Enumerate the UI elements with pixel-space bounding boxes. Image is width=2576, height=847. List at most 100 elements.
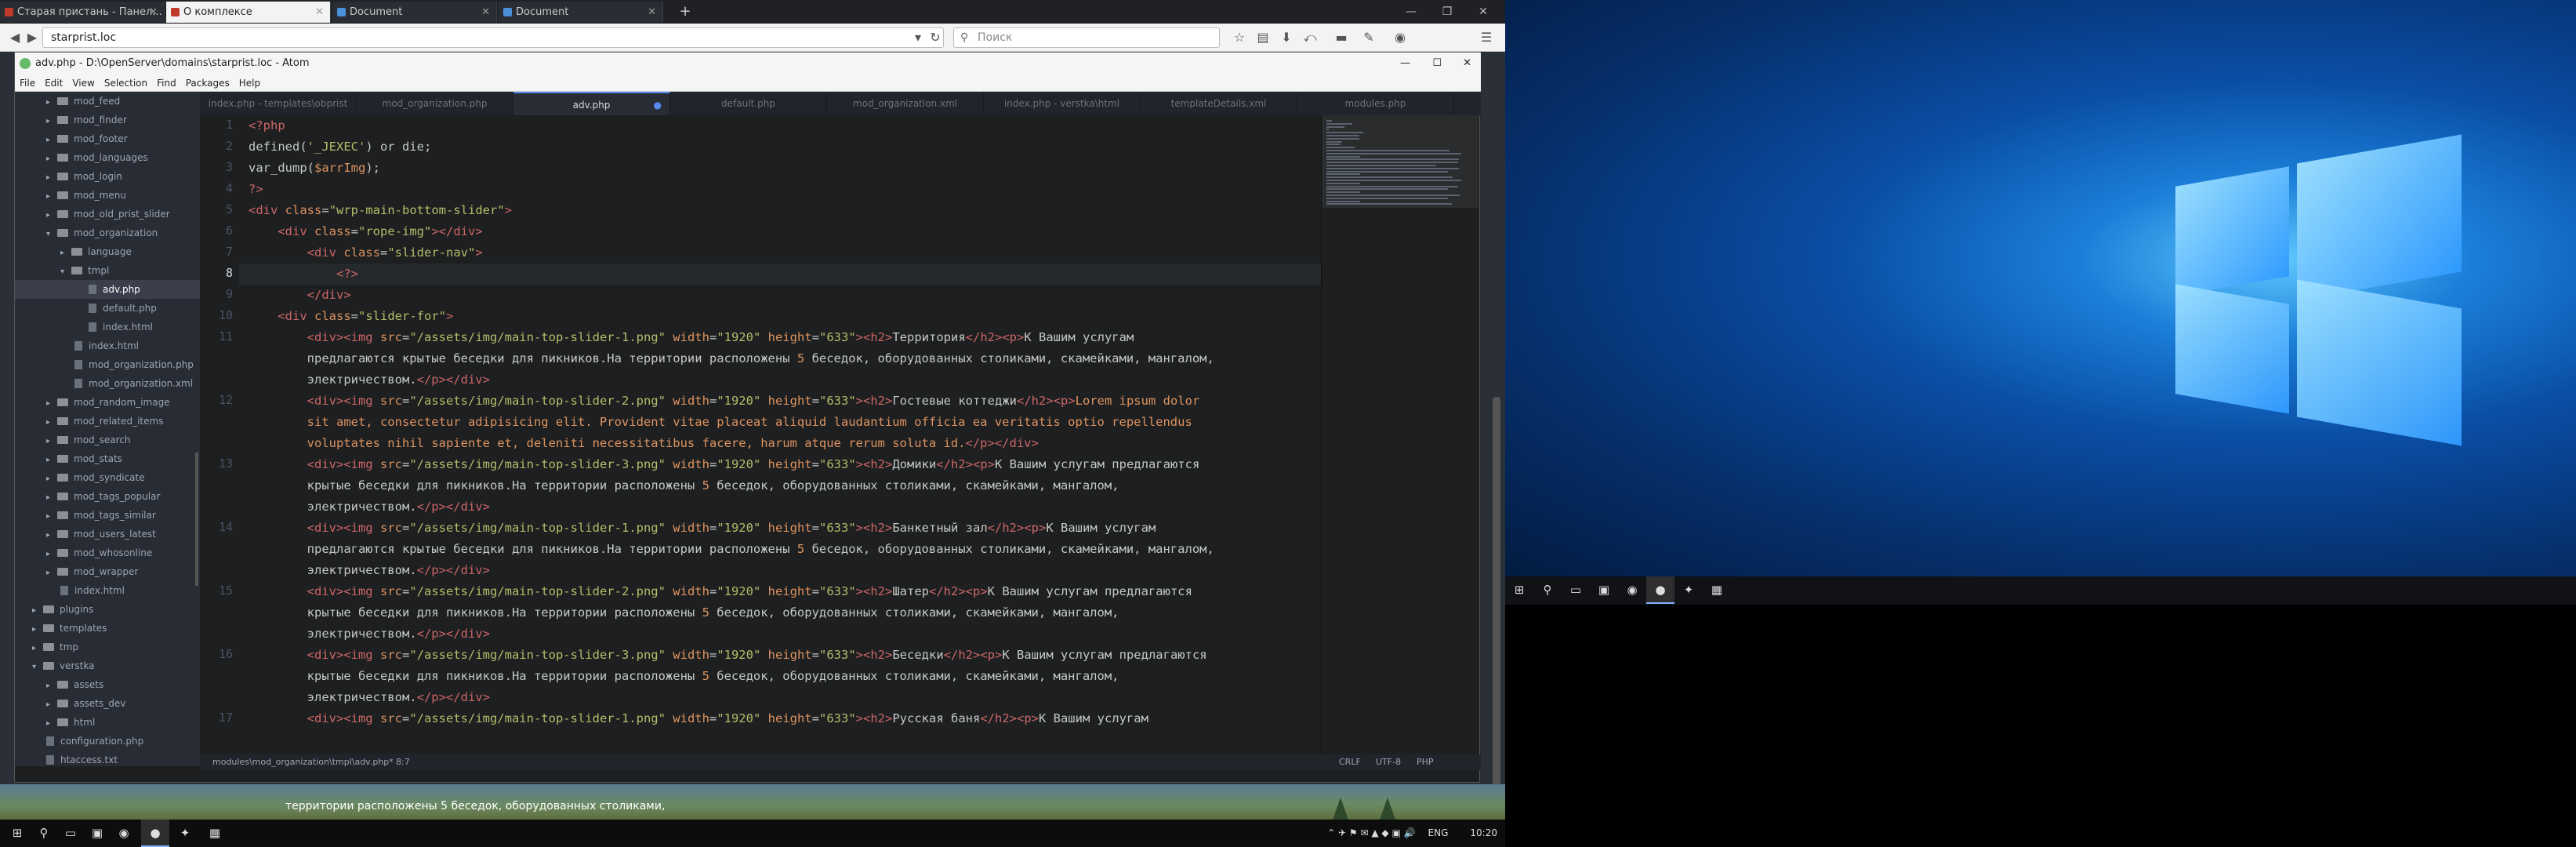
tree-folder[interactable]: ▸ mod_feed <box>15 92 200 111</box>
new-tab-button[interactable]: + <box>676 2 695 22</box>
search-icon[interactable]: ⚲ <box>1533 576 1562 604</box>
code-line[interactable]: электричеством.</p></div> <box>249 496 490 518</box>
tree-file[interactable]: index.html <box>15 318 200 336</box>
tree-folder[interactable]: ▸ mod_random_image <box>15 393 200 412</box>
tree-file[interactable]: adv.php <box>15 280 200 299</box>
firefox-icon[interactable]: ◉ <box>1618 576 1646 604</box>
tree-folder[interactable]: ▸ mod_whosonline <box>15 543 200 562</box>
minimize-button[interactable]: — <box>1400 53 1410 75</box>
app-icon[interactable]: ▦ <box>1703 576 1731 604</box>
tree-folder[interactable]: ▸ language <box>15 242 200 261</box>
bookmark-star-icon[interactable]: ☆ <box>1231 29 1248 46</box>
tree-folder[interactable]: ▸ mod_footer <box>15 129 200 148</box>
language-indicator[interactable]: ENG <box>1428 827 1449 838</box>
code-line[interactable]: <div><img src="/assets/img/main-top-slid… <box>249 327 1134 348</box>
tree-file[interactable]: configuration.php <box>15 732 200 751</box>
code-line[interactable]: <div class="slider-nav"> <box>249 242 483 264</box>
tree-folder[interactable]: ▸ mod_finder <box>15 111 200 129</box>
menu-help[interactable]: Help <box>234 75 265 92</box>
download-icon[interactable]: ⬇ <box>1278 29 1295 46</box>
editor-tab[interactable]: index.php - templates\obprist <box>200 92 357 115</box>
menu-edit[interactable]: Edit <box>40 75 67 92</box>
file-explorer-icon[interactable]: ▭ <box>1562 576 1590 604</box>
code-line[interactable]: электричеством.</p></div> <box>249 687 490 708</box>
menu-packages[interactable]: Packages <box>181 75 234 92</box>
tree-folder[interactable]: ▸ assets_dev <box>15 694 200 713</box>
app-icon[interactable]: ▦ <box>201 820 229 847</box>
app-icon[interactable]: ▣ <box>83 820 111 847</box>
tree-folder[interactable]: ▾ tmpl <box>15 261 200 280</box>
code-line[interactable]: </div> <box>249 285 351 306</box>
close-button[interactable]: ✕ <box>1468 3 1499 20</box>
editor-tab[interactable]: modules.php <box>1297 92 1454 115</box>
modified-dot-icon[interactable]: ● <box>654 93 662 117</box>
atom-taskbar-icon[interactable]: ● <box>1646 576 1674 604</box>
editor-tab[interactable]: templateDetails.xml <box>1141 92 1297 115</box>
search-icon[interactable]: ⚲ <box>30 820 58 847</box>
tree-folder[interactable]: ▸ templates <box>15 619 200 638</box>
menu-view[interactable]: View <box>67 75 99 92</box>
tree-folder[interactable]: ▸ mod_syndicate <box>15 468 200 487</box>
editor-tab[interactable]: mod_organization.xml <box>827 92 984 115</box>
forward-icon[interactable]: ▶ <box>24 29 41 46</box>
start-icon[interactable]: ⊞ <box>1505 576 1533 604</box>
code-line[interactable]: <div class="wrp-main-bottom-slider"> <box>249 200 512 221</box>
tree-folder[interactable]: ▸ mod_search <box>15 431 200 449</box>
browser-scrollbar[interactable] <box>1489 52 1504 805</box>
share-icon[interactable]: ⤺ <box>1301 29 1319 46</box>
tree-folder[interactable]: ▸ mod_old_prist_slider <box>15 205 200 224</box>
cursor-position[interactable]: 8:7 <box>396 754 410 770</box>
atom-taskbar-icon[interactable]: ● <box>141 820 169 847</box>
code-line[interactable]: <?> <box>249 264 358 285</box>
file-explorer-icon[interactable]: ▭ <box>56 820 85 847</box>
close-icon[interactable]: ✕ <box>315 2 324 23</box>
menu-find[interactable]: Find <box>152 75 181 92</box>
url-input[interactable]: starprist.loc <box>42 27 944 48</box>
menu-icon[interactable]: ☰ <box>1478 29 1495 46</box>
extension-icon[interactable]: ▬ <box>1333 29 1350 46</box>
minimap[interactable] <box>1321 115 1478 754</box>
tree-folder[interactable]: ▸ mod_related_items <box>15 412 200 431</box>
code-line[interactable]: крытые беседки для пикников.На территори… <box>249 475 1119 496</box>
code-line[interactable]: <div class="rope-img"></div> <box>249 221 482 242</box>
dropdown-icon[interactable]: ▾ <box>909 29 927 46</box>
tool-icon[interactable]: ✎ <box>1360 29 1377 46</box>
code-line[interactable]: электричеством.</p></div> <box>249 369 490 391</box>
code-line[interactable]: voluptates nihil sapiente et, deleniti n… <box>249 433 1039 454</box>
tree-folder[interactable]: ▸ assets <box>15 675 200 694</box>
code-line[interactable]: <div class="slider-for"> <box>249 306 453 327</box>
editor-tab[interactable]: adv.php ● <box>513 92 670 115</box>
start-icon[interactable]: ⊞ <box>3 820 31 847</box>
tree-folder[interactable]: ▸ mod_wrapper <box>15 562 200 581</box>
editor-tab[interactable]: default.php <box>670 92 827 115</box>
app-icon[interactable]: ✦ <box>171 820 199 847</box>
tree-folder[interactable]: ▸ mod_tags_popular <box>15 487 200 506</box>
tree-folder[interactable]: ▸ mod_tags_similar <box>15 506 200 525</box>
code-line[interactable]: электричеством.</p></div> <box>249 560 490 581</box>
code-line[interactable]: предлагаются крытые беседки для пикников… <box>249 539 1214 560</box>
back-icon[interactable]: ◀ <box>6 29 24 46</box>
app-icon[interactable]: ✦ <box>1674 576 1703 604</box>
code-line[interactable]: электричеством.</p></div> <box>249 623 490 645</box>
clock[interactable]: 10:20 <box>1470 827 1497 838</box>
tree-folder[interactable]: ▸ tmp <box>15 638 200 656</box>
code-line[interactable]: <div><img src="/assets/img/main-top-slid… <box>249 454 1200 475</box>
encoding[interactable]: UTF-8 <box>1376 754 1401 770</box>
code-line[interactable]: sit amet, consectetur adipisicing elit. … <box>249 412 1192 433</box>
maximize-button[interactable]: ☐ <box>1432 53 1442 75</box>
tree-folder[interactable]: ▸ mod_languages <box>15 148 200 167</box>
code-line[interactable]: крытые беседки для пикников.На территори… <box>249 666 1119 687</box>
tree-folder[interactable]: ▸ plugins <box>15 600 200 619</box>
browser-tab[interactable]: Document ✕ <box>499 2 663 23</box>
close-icon[interactable]: ✕ <box>149 2 158 23</box>
tree-file[interactable]: htaccess.txt <box>15 751 200 766</box>
editor-tab[interactable]: index.php - verstka\html <box>984 92 1141 115</box>
editor-tab[interactable]: mod_organization.php <box>357 92 513 115</box>
tray-icons[interactable]: ⌃ ✈ ⚑ ✉ ▲ ◆ ▣ 🔊 <box>1327 827 1415 838</box>
line-ending[interactable]: CRLF <box>1339 754 1361 770</box>
tree-folder[interactable]: ▾ verstka <box>15 656 200 675</box>
code-line[interactable]: <div><img src="/assets/img/main-top-slid… <box>249 391 1200 412</box>
reading-list-icon[interactable]: ▤ <box>1254 29 1272 46</box>
code-editor[interactable]: <?php defined('_JEXEC') or die; var_dump($… <box>239 115 1321 754</box>
tree-folder[interactable]: ▸ mod_stats <box>15 449 200 468</box>
